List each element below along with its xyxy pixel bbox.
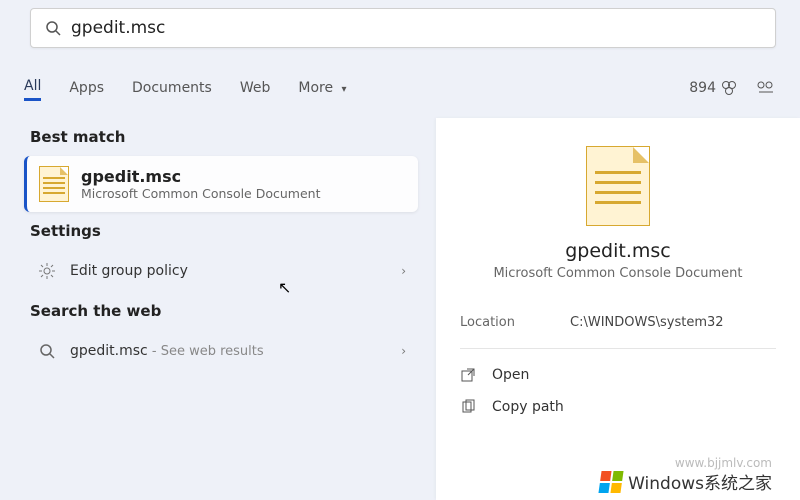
open-action[interactable]: Open	[460, 359, 776, 391]
web-result-term: gpedit.msc	[70, 343, 148, 359]
tab-more[interactable]: More ▾	[298, 76, 346, 100]
web-result-item[interactable]: gpedit.msc - See web results ›	[24, 330, 418, 372]
settings-heading: Settings	[30, 222, 418, 240]
chevron-right-icon: ›	[401, 264, 406, 278]
watermark-url: www.bjjmlv.com	[675, 456, 772, 470]
chevron-down-icon: ▾	[342, 84, 347, 95]
open-label: Open	[492, 367, 529, 383]
search-icon	[36, 340, 58, 362]
watermark-site-text: Windows系统之家	[628, 469, 772, 494]
open-icon	[460, 367, 480, 383]
tab-all[interactable]: All	[24, 74, 41, 101]
details-subtitle: Microsoft Common Console Document	[460, 266, 776, 281]
rewards-points-value: 894	[689, 80, 716, 96]
copy-icon	[460, 399, 480, 415]
gear-icon	[36, 260, 58, 282]
search-web-heading: Search the web	[30, 302, 418, 320]
rewards-icon	[720, 79, 738, 97]
tab-apps[interactable]: Apps	[69, 76, 104, 100]
copy-path-action[interactable]: Copy path	[460, 391, 776, 423]
search-icon	[45, 20, 61, 36]
document-icon	[39, 166, 69, 202]
web-result-suffix: - See web results	[148, 344, 264, 359]
copy-path-label: Copy path	[492, 399, 564, 415]
details-panel: gpedit.msc Microsoft Common Console Docu…	[436, 118, 800, 500]
divider	[460, 348, 776, 349]
location-row: Location C:\WINDOWS\system32	[460, 307, 776, 338]
tab-web[interactable]: Web	[240, 76, 271, 100]
settings-item-edit-group-policy[interactable]: Edit group policy ›	[24, 250, 418, 292]
web-result-label: gpedit.msc - See web results	[70, 343, 401, 359]
rewards-points[interactable]: 894	[689, 79, 738, 97]
results-panel: Best match gpedit.msc Microsoft Common C…	[24, 118, 418, 500]
search-input[interactable]	[71, 18, 761, 38]
chevron-right-icon: ›	[401, 344, 406, 358]
windows-logo-icon	[599, 471, 624, 493]
settings-item-label: Edit group policy	[70, 263, 401, 279]
watermark-site: Windows系统之家	[600, 469, 772, 494]
best-match-subtitle: Microsoft Common Console Document	[81, 186, 320, 201]
tab-more-label: More	[298, 80, 333, 96]
details-title: gpedit.msc	[460, 240, 776, 262]
document-icon-large	[586, 146, 650, 226]
search-bar[interactable]	[30, 8, 776, 48]
location-value: C:\WINDOWS\system32	[570, 315, 776, 330]
options-icon[interactable]	[756, 80, 776, 96]
best-match-result[interactable]: gpedit.msc Microsoft Common Console Docu…	[24, 156, 418, 212]
best-match-title: gpedit.msc	[81, 167, 320, 186]
tab-documents[interactable]: Documents	[132, 76, 212, 100]
best-match-heading: Best match	[30, 128, 418, 146]
location-label: Location	[460, 315, 570, 330]
filter-tabs: All Apps Documents Web More ▾ 894	[24, 74, 776, 101]
